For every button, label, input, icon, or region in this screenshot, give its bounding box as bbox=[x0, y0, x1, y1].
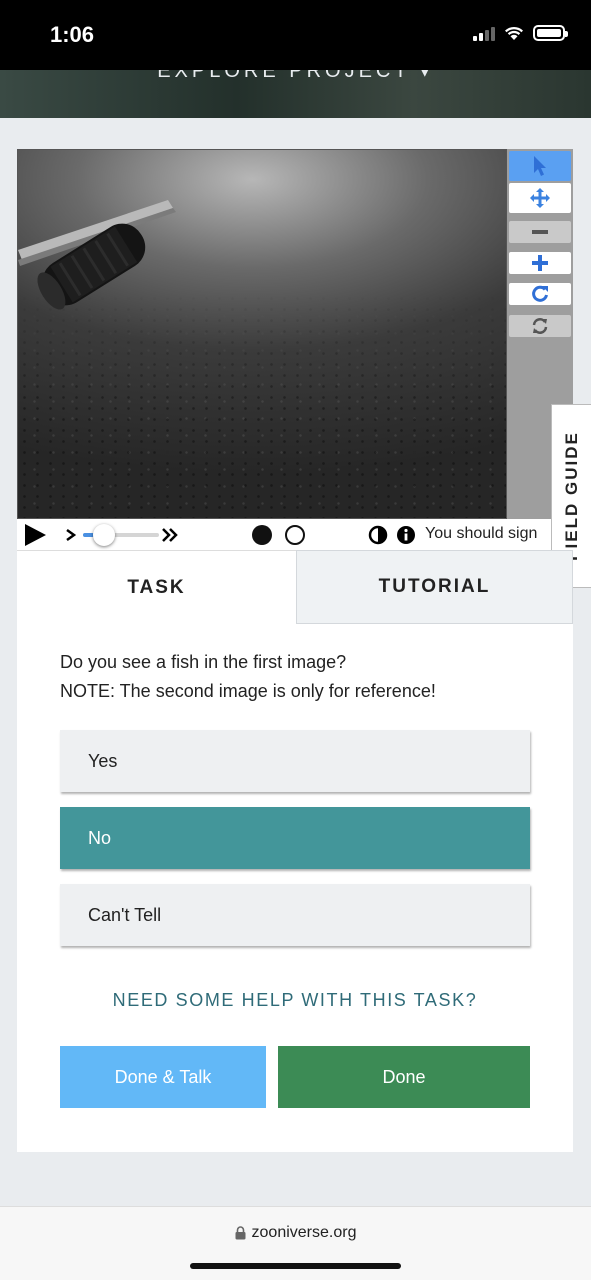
info-icon bbox=[397, 525, 415, 544]
sign-in-message: You should sign bbox=[425, 525, 538, 542]
tab-task[interactable]: TASK bbox=[17, 550, 296, 624]
frame-1-button[interactable] bbox=[252, 525, 272, 545]
task-question: Do you see a fish in the first image? NO… bbox=[60, 648, 436, 706]
field-guide-label: FIELD GUIDE bbox=[561, 431, 581, 561]
status-bar: 1:06 bbox=[0, 0, 591, 70]
info-button[interactable] bbox=[396, 519, 416, 550]
zoom-out-icon bbox=[532, 230, 548, 234]
speed-button[interactable] bbox=[161, 519, 179, 550]
answer-yes[interactable]: Yes bbox=[60, 730, 530, 792]
lock-icon bbox=[235, 1226, 246, 1240]
step-frame-button[interactable] bbox=[65, 519, 77, 550]
status-icons bbox=[473, 24, 568, 41]
contrast-icon bbox=[368, 525, 388, 544]
reset-button[interactable] bbox=[509, 315, 571, 337]
done-and-talk-button[interactable]: Done & Talk bbox=[60, 1046, 266, 1108]
url-bar[interactable]: zooniverse.org bbox=[0, 1224, 591, 1242]
cellular-signal-icon bbox=[473, 25, 495, 41]
zoom-in-button[interactable] bbox=[509, 252, 571, 274]
task-help-link[interactable]: NEED SOME HELP WITH THIS TASK? bbox=[17, 990, 573, 1011]
pan-icon bbox=[530, 188, 550, 208]
rotate-icon bbox=[532, 285, 548, 302]
play-button[interactable] bbox=[23, 519, 47, 550]
double-chevron-icon bbox=[162, 527, 178, 542]
frame-2-button[interactable] bbox=[285, 525, 305, 545]
pointer-tool-button[interactable] bbox=[509, 151, 571, 181]
pan-tool-button[interactable] bbox=[509, 183, 571, 213]
camera-equipment bbox=[18, 200, 176, 310]
frame-slider-thumb[interactable] bbox=[93, 524, 115, 546]
chevron-right-icon bbox=[66, 528, 77, 541]
status-time: 1:06 bbox=[50, 22, 95, 47]
battery-icon bbox=[533, 25, 568, 41]
browser-bar: zooniverse.org bbox=[0, 1206, 591, 1280]
zoom-out-button[interactable] bbox=[509, 221, 571, 243]
wifi-icon bbox=[505, 26, 523, 40]
contrast-button[interactable] bbox=[368, 519, 388, 550]
project-header: EXPLORE PROJECT ▾ bbox=[0, 70, 591, 118]
done-button[interactable]: Done bbox=[278, 1046, 530, 1108]
url-text: zooniverse.org bbox=[251, 1224, 357, 1241]
rotate-button[interactable] bbox=[509, 283, 571, 305]
home-indicator bbox=[190, 1263, 401, 1269]
answer-no[interactable]: No bbox=[60, 807, 530, 869]
pointer-icon bbox=[534, 156, 546, 176]
subject-image[interactable] bbox=[17, 149, 507, 519]
zoom-in-icon bbox=[532, 255, 548, 271]
question-line-1: Do you see a fish in the first image? bbox=[60, 652, 347, 672]
answer-cant-tell[interactable]: Can't Tell bbox=[60, 884, 530, 946]
reset-icon bbox=[532, 318, 548, 334]
question-line-2: NOTE: The second image is only for refer… bbox=[60, 681, 436, 701]
explore-project-menu[interactable]: EXPLORE PROJECT ▾ bbox=[0, 70, 591, 83]
play-icon bbox=[25, 523, 46, 546]
tab-tutorial[interactable]: TUTORIAL bbox=[296, 550, 573, 624]
task-panel: TASK TUTORIAL Do you see a fish in the f… bbox=[17, 550, 573, 1152]
playback-controls: You should sign bbox=[17, 519, 551, 550]
